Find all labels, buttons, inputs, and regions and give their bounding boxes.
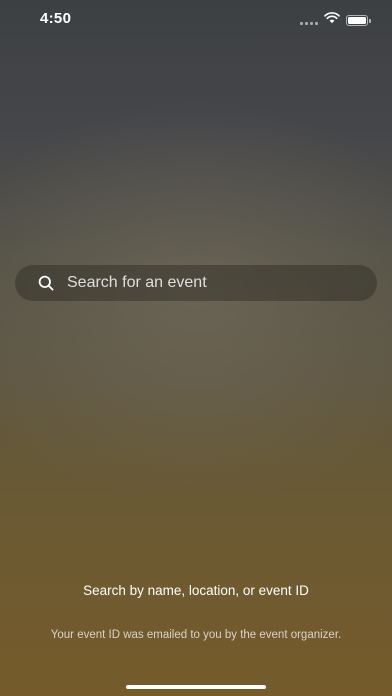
status-bar: 4:50 — [0, 0, 392, 40]
status-time: 4:50 — [40, 10, 72, 27]
search-hint-subtitle: Your event ID was emailed to you by the … — [50, 629, 342, 641]
home-indicator[interactable] — [126, 685, 266, 689]
status-icons — [300, 11, 371, 29]
signal-icon — [300, 15, 318, 25]
search-bar[interactable] — [15, 265, 377, 301]
wifi-icon — [324, 11, 340, 29]
battery-icon — [346, 14, 371, 26]
search-icon — [37, 274, 55, 292]
search-input[interactable] — [67, 274, 347, 292]
search-hint-title: Search by name, location, or event ID — [83, 583, 309, 598]
app-screen: 4:50 Search for an event Search by name,… — [0, 0, 392, 696]
